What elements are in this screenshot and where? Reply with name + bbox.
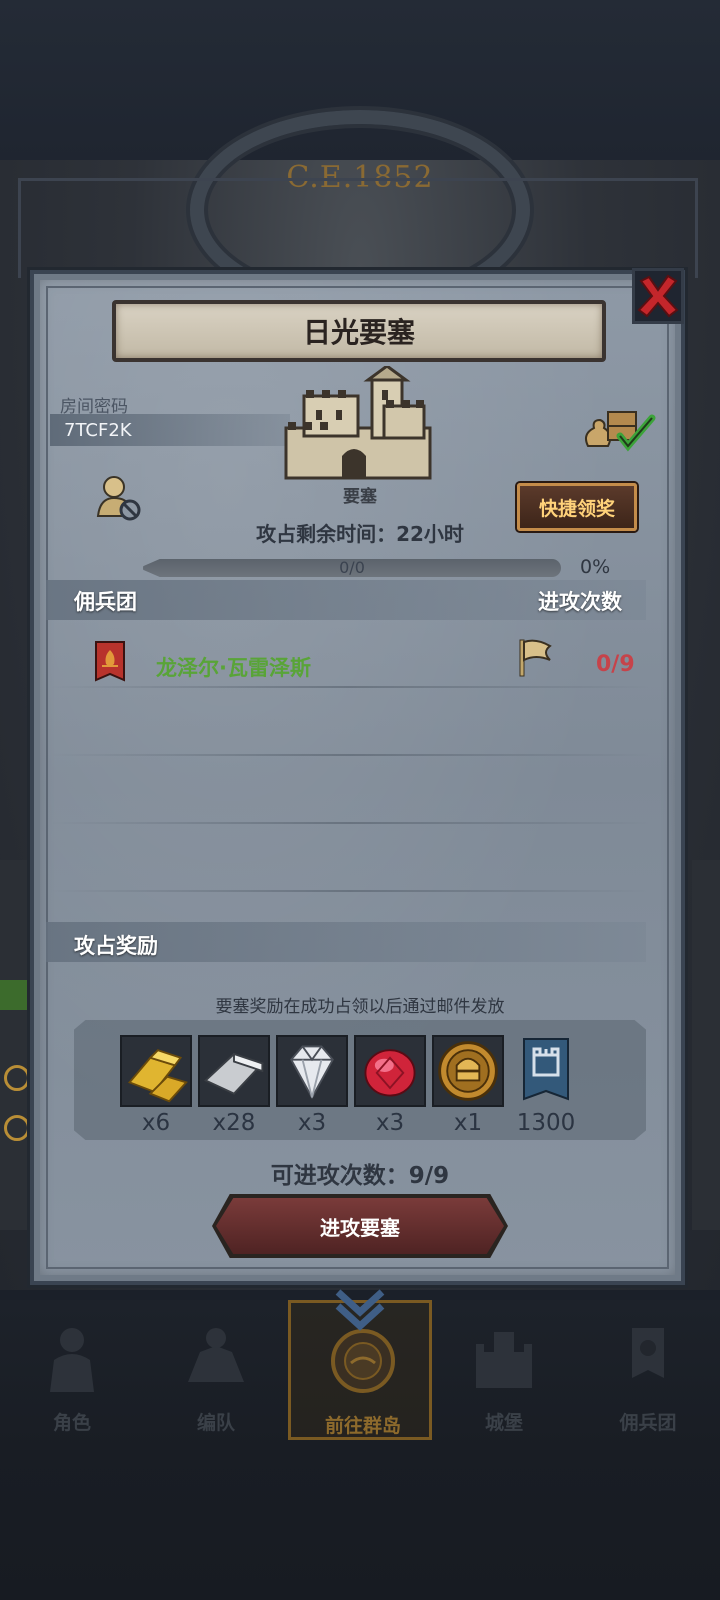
guild-attack-count: 0/9 [596, 652, 635, 677]
close-icon [637, 274, 679, 318]
fortress-banner-icon [523, 1038, 569, 1101]
remaining-attempts: 可进攻次数：9/9 [270, 1163, 450, 1189]
row-divider [50, 754, 650, 756]
nav-item-castle[interactable]: 城堡 [432, 1300, 576, 1440]
row-divider [50, 686, 650, 688]
attack-flag-icon [519, 639, 552, 677]
row-divider [50, 822, 650, 824]
guild-banner-icon [95, 641, 125, 682]
time-remaining: 攻占剩余时间：22小时 [256, 522, 464, 546]
reward-qty: x28 [212, 1110, 256, 1136]
room-code-value[interactable]: 7TCF2K [50, 414, 290, 446]
knight-medal-icon [438, 1041, 498, 1101]
attacks-column-header: 进攻次数 [538, 590, 622, 614]
reward-qty: x6 [141, 1110, 171, 1136]
reward-qty: x3 [375, 1110, 405, 1136]
guild-name: 龙泽尔·瓦雷泽斯 [156, 656, 311, 680]
knight-icon [50, 1328, 94, 1392]
islands-icon [331, 1329, 395, 1393]
diamond-icon [290, 1045, 334, 1100]
no-user-icon[interactable] [96, 474, 142, 522]
formation-icon [188, 1328, 244, 1382]
reward-item[interactable] [276, 1035, 348, 1107]
nav-label: 城堡 [484, 1412, 523, 1434]
nav-label: 编队 [196, 1412, 235, 1434]
nav-item-mercenary[interactable]: 佣兵团 [576, 1300, 720, 1440]
guild-section-title: 佣兵团 [74, 590, 137, 614]
side-target-icon[interactable] [4, 1065, 30, 1091]
guild-row[interactable] [46, 630, 646, 684]
row-divider [50, 890, 650, 892]
rewards-section-title: 攻占奖励 [74, 934, 158, 958]
bottom-background [0, 1450, 720, 1600]
reward-item[interactable] [432, 1035, 504, 1107]
reward-qty: 1300 [516, 1110, 576, 1136]
castle-icon [476, 1332, 532, 1388]
capture-progress-percent: 0% [580, 556, 611, 578]
reward-qty: x3 [297, 1110, 327, 1136]
nav-item-formation[interactable]: 编队 [144, 1300, 288, 1440]
iron-bar-icon [203, 1052, 265, 1095]
loot-collected-icon [585, 411, 656, 452]
side-search-icon[interactable] [4, 1115, 30, 1141]
nav-label: 前往群岛 [324, 1415, 401, 1437]
reward-item[interactable] [198, 1035, 270, 1107]
close-button[interactable] [632, 268, 684, 324]
nav-item-character[interactable]: 角色 [0, 1300, 144, 1440]
attack-fortress-button[interactable]: 进攻要塞 [216, 1198, 504, 1254]
capture-progress-text: 0/0 [339, 558, 365, 577]
map-frame [18, 178, 698, 278]
reward-item[interactable] [354, 1035, 426, 1107]
nav-label: 佣兵团 [619, 1412, 677, 1434]
nav-label: 角色 [52, 1412, 91, 1434]
dialog-title: 日光要塞 [112, 300, 606, 362]
gold-bar-icon [127, 1049, 188, 1103]
reward-item[interactable] [120, 1035, 192, 1107]
ruby-icon [364, 1049, 416, 1097]
reward-qty: x1 [453, 1110, 483, 1136]
rewards-note: 要塞奖励在成功占领以后通过邮件发放 [215, 997, 505, 1017]
reward-item[interactable] [510, 1035, 582, 1107]
chevron-down-icon [335, 1289, 385, 1331]
mercenary-icon [632, 1328, 664, 1378]
fortress-icon [284, 366, 432, 480]
